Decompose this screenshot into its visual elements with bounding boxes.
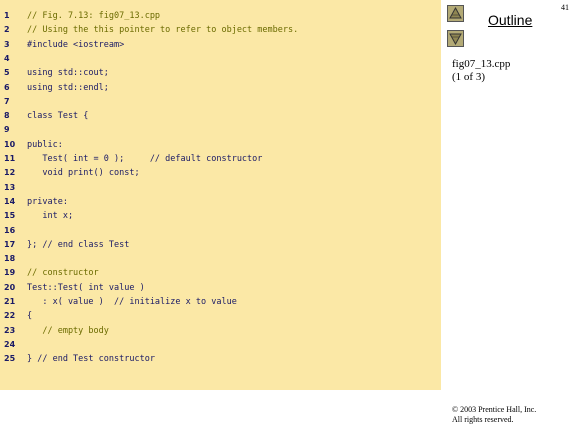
code-text: Test( int = 0 ); // default constructor	[27, 154, 263, 164]
code-text: // Using the this pointer to refer to ob…	[27, 25, 299, 36]
line-number: 20	[4, 282, 16, 292]
file-part: (1 of 3)	[452, 71, 485, 83]
line-number: 15	[4, 211, 16, 221]
code-line: 2 // Using the this pointer to refer to o…	[0, 23, 441, 37]
triangle-down-icon[interactable]	[447, 30, 464, 47]
line-number: 2	[4, 25, 10, 35]
file-name: fig07_13.cpp	[452, 58, 511, 70]
code-text: private:	[27, 196, 68, 207]
copyright-line-1: © 2003 Prentice Hall, Inc.	[452, 405, 537, 414]
line-number: 17	[4, 239, 16, 249]
code-line: 18	[0, 252, 441, 266]
code-text: }; // end class Test	[27, 239, 130, 250]
line-number: 10	[4, 139, 16, 149]
line-number: 23	[4, 325, 16, 335]
line-number: 16	[4, 225, 16, 235]
line-number: 14	[4, 196, 16, 206]
code-text: using std::endl;	[27, 82, 109, 93]
line-number: 25	[4, 354, 16, 364]
line-number: 22	[4, 311, 16, 321]
code-line: 13	[0, 181, 441, 195]
triangle-up-icon[interactable]	[447, 5, 464, 22]
code-line: 14 private:	[0, 195, 441, 209]
code-line: 20 Test::Test( int value )	[0, 281, 441, 295]
code-line: 9	[0, 123, 441, 137]
code-line: 16	[0, 224, 441, 238]
code-line: 6 using std::endl;	[0, 81, 441, 95]
code-line: 11 Test( int = 0 ); // default construct…	[0, 152, 441, 166]
code-text: #include <iostream>	[27, 39, 125, 50]
code-line: 19 // constructor	[0, 266, 441, 280]
line-number: 3	[4, 39, 10, 49]
code-text: using std::cout;	[27, 68, 109, 79]
line-number: 12	[4, 168, 16, 178]
code-text: // empty body	[27, 325, 109, 336]
line-number: 7	[4, 96, 10, 106]
file-info: fig07_13.cpp (1 of 3)	[452, 58, 562, 84]
line-number: 6	[4, 82, 10, 92]
line-number: 1	[4, 11, 10, 20]
line-number: 19	[4, 268, 16, 278]
code-line: 17 }; // end class Test	[0, 238, 441, 252]
code-text: void print() const;	[27, 168, 140, 179]
code-text: {	[27, 311, 33, 322]
code-line: 12 void print() const;	[0, 166, 441, 180]
code-line: 4	[0, 52, 441, 66]
code-text: : x( value ) // initialize x to value	[27, 297, 237, 307]
code-line: 1 // Fig. 7.13: fig07_13.cpp	[0, 9, 441, 23]
line-number: 11	[4, 154, 16, 163]
line-number: 4	[4, 53, 10, 63]
line-number: 21	[4, 297, 16, 306]
line-number: 8	[4, 111, 10, 121]
code-line: 10 public:	[0, 138, 441, 152]
code-line: 22 {	[0, 309, 441, 323]
line-number: 24	[4, 339, 16, 349]
code-text: Test::Test( int value )	[27, 282, 145, 293]
line-number: 9	[4, 125, 10, 135]
code-text: int x;	[27, 211, 74, 222]
code-line: 7	[0, 95, 441, 109]
code-text: class Test {	[27, 111, 89, 122]
code-text: // constructor	[27, 268, 99, 279]
line-number: 18	[4, 254, 16, 264]
copyright-line-2: All rights reserved.	[452, 415, 514, 424]
code-line: 8 class Test {	[0, 109, 441, 123]
code-text: // Fig. 7.13: fig07_13.cpp	[27, 11, 161, 21]
code-line: 24	[0, 338, 441, 352]
outline-link[interactable]: Outline	[488, 12, 532, 28]
code-line: 5 using std::cout;	[0, 66, 441, 80]
code-listing-panel: 1 // Fig. 7.13: fig07_13.cpp 2 // Using the…	[0, 0, 441, 390]
line-number: 13	[4, 182, 16, 192]
code-line: 15 int x;	[0, 209, 441, 223]
copyright-notice: © 2003 Prentice Hall, Inc. All rights re…	[452, 405, 572, 425]
code-line: 23 // empty body	[0, 324, 441, 338]
line-number: 5	[4, 68, 10, 78]
code-text: } // end Test constructor	[27, 354, 155, 365]
code-line: 3 #include <iostream>	[0, 38, 441, 52]
code-line: 21 : x( value ) // initialize x to value	[0, 295, 441, 309]
page-number: 41	[561, 3, 569, 12]
code-text: public:	[27, 139, 63, 150]
code-line: 25 } // end Test constructor	[0, 352, 441, 366]
